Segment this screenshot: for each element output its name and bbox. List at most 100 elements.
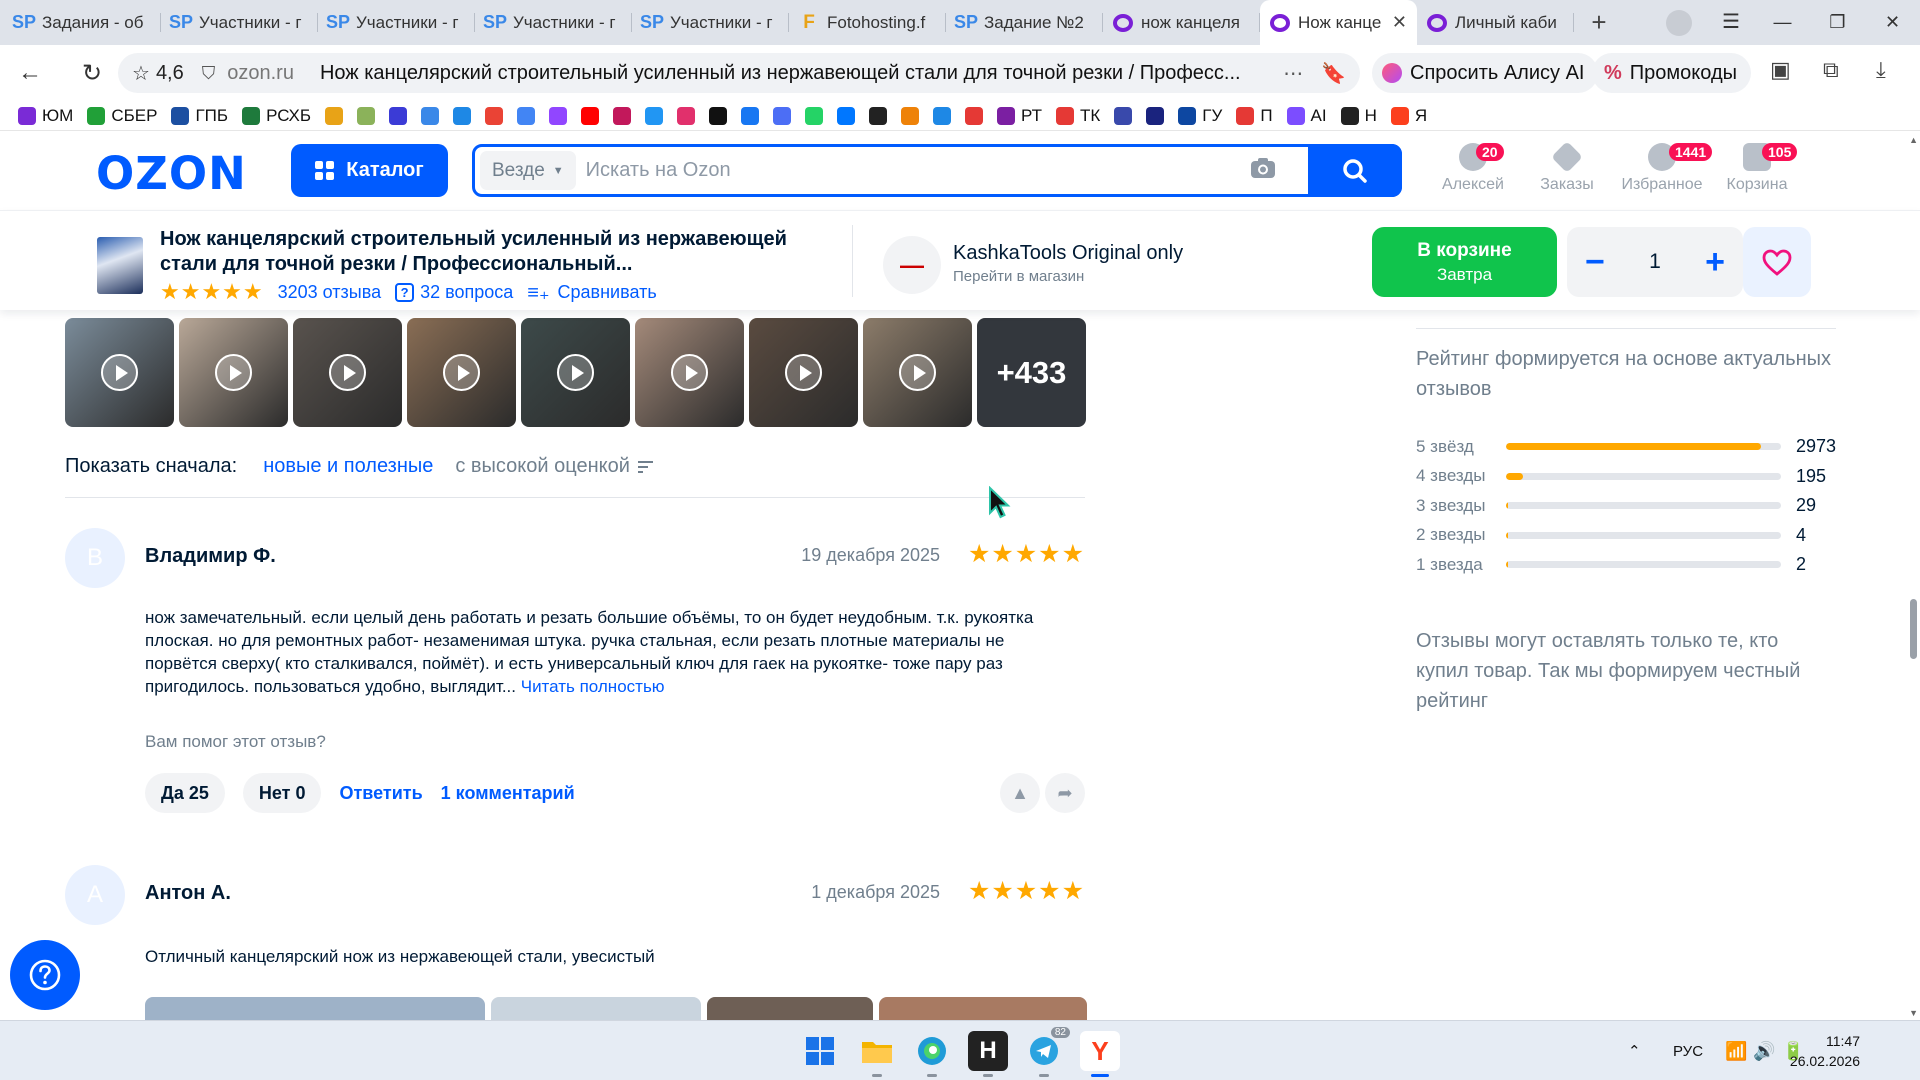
bookmark-item[interactable]: [837, 106, 856, 125]
product-name[interactable]: Нож канцелярский строительный усиленный …: [160, 227, 820, 277]
profile-icon[interactable]: [1666, 10, 1692, 36]
close-tab-icon[interactable]: ✕: [1392, 12, 1407, 33]
reply-link[interactable]: Ответить: [339, 783, 422, 804]
orders-link[interactable]: Заказы: [1522, 141, 1612, 194]
app-h-icon[interactable]: H: [968, 1031, 1008, 1077]
bookmark-item[interactable]: AI: [1286, 106, 1327, 126]
more-icon[interactable]: ⋯: [1283, 61, 1303, 86]
sort-new-helpful[interactable]: новые и полезные: [263, 455, 433, 478]
promocodes-button[interactable]: % Промокоды: [1592, 53, 1751, 93]
show-hidden-icons[interactable]: ⌃: [1628, 1021, 1641, 1080]
rating-row[interactable]: 5 звёзд 2973: [1416, 432, 1836, 462]
edge-icon[interactable]: [912, 1031, 952, 1077]
bookmark-item[interactable]: Н: [1340, 106, 1377, 126]
bookmark-item[interactable]: [677, 106, 696, 125]
help-button[interactable]: [10, 940, 80, 1010]
seller-name[interactable]: KashkaTools Original only: [953, 242, 1183, 265]
browser-tab[interactable]: Нож канце ✕: [1260, 0, 1417, 45]
plus-icon[interactable]: +: [1705, 243, 1725, 282]
start-icon[interactable]: [800, 1031, 840, 1071]
wifi-icon[interactable]: 📶: [1725, 1021, 1747, 1080]
bookmark-item[interactable]: [453, 106, 472, 125]
helpful-no-button[interactable]: Нет 0: [242, 773, 322, 813]
compare-link[interactable]: Сравнивать: [558, 282, 657, 303]
yandex-browser-icon[interactable]: Y: [1080, 1031, 1120, 1077]
browser-tab[interactable]: нож канцеля: [1103, 0, 1260, 45]
rating-row[interactable]: 2 звезды 4: [1416, 521, 1836, 551]
browser-tab[interactable]: Личный каби: [1417, 0, 1574, 45]
new-tab-button[interactable]: +: [1582, 6, 1616, 40]
search-scope-select[interactable]: Везде ▼: [480, 151, 576, 190]
product-thumbnail[interactable]: [97, 237, 143, 294]
reload-icon[interactable]: ↻: [70, 51, 114, 95]
close-window-icon[interactable]: ✕: [1865, 0, 1920, 45]
bookmark-item[interactable]: [773, 106, 792, 125]
read-more-link[interactable]: Читать полностью: [521, 677, 665, 696]
extensions-icon[interactable]: ⧉: [1823, 57, 1839, 83]
share-icon[interactable]: ➦: [1045, 773, 1085, 813]
questions-link[interactable]: 32 вопроса: [420, 282, 513, 303]
language-indicator[interactable]: РУС: [1673, 1021, 1703, 1080]
bookmark-icon[interactable]: 🔖: [1321, 61, 1346, 86]
cart-link[interactable]: Корзина 105: [1712, 143, 1802, 194]
bookmark-item[interactable]: [389, 106, 408, 125]
bookmark-item[interactable]: ГУ: [1178, 106, 1222, 126]
profile-link[interactable]: Алексей 20: [1428, 143, 1518, 194]
bookmark-item[interactable]: [805, 106, 824, 125]
scroll-down-icon[interactable]: ▼: [1909, 1008, 1918, 1018]
rating-row[interactable]: 1 звезда 2: [1416, 550, 1836, 580]
bookmark-item[interactable]: [613, 106, 632, 125]
sort-high-rating[interactable]: с высокой оценкой: [455, 455, 654, 478]
bookmark-item[interactable]: ГПБ: [171, 106, 228, 126]
review-video-thumbnail[interactable]: [407, 318, 516, 427]
file-explorer-icon[interactable]: [857, 1031, 897, 1077]
review-video-thumbnail[interactable]: [65, 318, 174, 427]
review-video-thumbnail[interactable]: [521, 318, 630, 427]
browser-tab[interactable]: SP Участники - г: [318, 0, 475, 45]
rating-row[interactable]: 3 звезды 29: [1416, 491, 1836, 521]
image-extension-icon[interactable]: ▣: [1770, 57, 1791, 83]
tabs-menu-icon[interactable]: ☰: [1722, 9, 1740, 34]
minus-icon[interactable]: −: [1585, 243, 1605, 282]
download-icon[interactable]: ⤓: [1876, 57, 1886, 83]
browser-tab[interactable]: F Fotohosting.f: [789, 0, 946, 45]
helpful-yes-button[interactable]: Да 25: [145, 773, 225, 813]
bookmark-item[interactable]: [869, 106, 888, 125]
browser-tab[interactable]: SP Участники - г: [161, 0, 318, 45]
bookmark-item[interactable]: [741, 106, 760, 125]
bookmark-item[interactable]: [709, 106, 728, 125]
bookmark-item[interactable]: Я: [1390, 106, 1427, 126]
bookmark-item[interactable]: СБЕР: [87, 106, 157, 126]
catalog-button[interactable]: Каталог: [291, 144, 448, 197]
bookmark-item[interactable]: [901, 106, 920, 125]
volume-icon[interactable]: 🔊: [1753, 1021, 1775, 1080]
report-icon[interactable]: ▲: [1000, 773, 1040, 813]
system-clock[interactable]: 11:47 26.02.2026: [1790, 1031, 1860, 1071]
review-video-thumbnail[interactable]: [293, 318, 402, 427]
browser-tab[interactable]: SP Участники - г: [632, 0, 789, 45]
add-to-favorites-button[interactable]: [1743, 227, 1811, 297]
search-button[interactable]: [1308, 144, 1402, 197]
bookmark-item[interactable]: [645, 106, 664, 125]
bookmark-item[interactable]: [485, 106, 504, 125]
bookmark-item[interactable]: [965, 106, 984, 125]
review-video-thumbnail[interactable]: [179, 318, 288, 427]
scrollbar-thumb[interactable]: [1910, 599, 1917, 659]
bookmark-item[interactable]: П: [1236, 106, 1273, 126]
bookmark-item[interactable]: [549, 106, 568, 125]
browser-tab[interactable]: SP Задание №2: [946, 0, 1103, 45]
bookmark-item[interactable]: [517, 106, 536, 125]
restore-icon[interactable]: ❐: [1810, 0, 1865, 45]
bookmark-item[interactable]: [357, 106, 376, 125]
telegram-icon[interactable]: 82: [1024, 1027, 1070, 1077]
bookmark-item[interactable]: [581, 106, 600, 125]
comments-link[interactable]: 1 комментарий: [441, 783, 575, 804]
browser-tab[interactable]: SP Задания - об: [4, 0, 161, 45]
go-to-store-link[interactable]: Перейти в магазин: [953, 268, 1084, 285]
camera-icon[interactable]: [1250, 157, 1290, 185]
bookmark-item[interactable]: ЮМ: [18, 106, 73, 126]
site-rating[interactable]: 4,6: [156, 62, 184, 85]
back-icon[interactable]: ←: [8, 51, 52, 95]
review-video-thumbnail[interactable]: [635, 318, 744, 427]
bookmark-item[interactable]: [933, 106, 952, 125]
